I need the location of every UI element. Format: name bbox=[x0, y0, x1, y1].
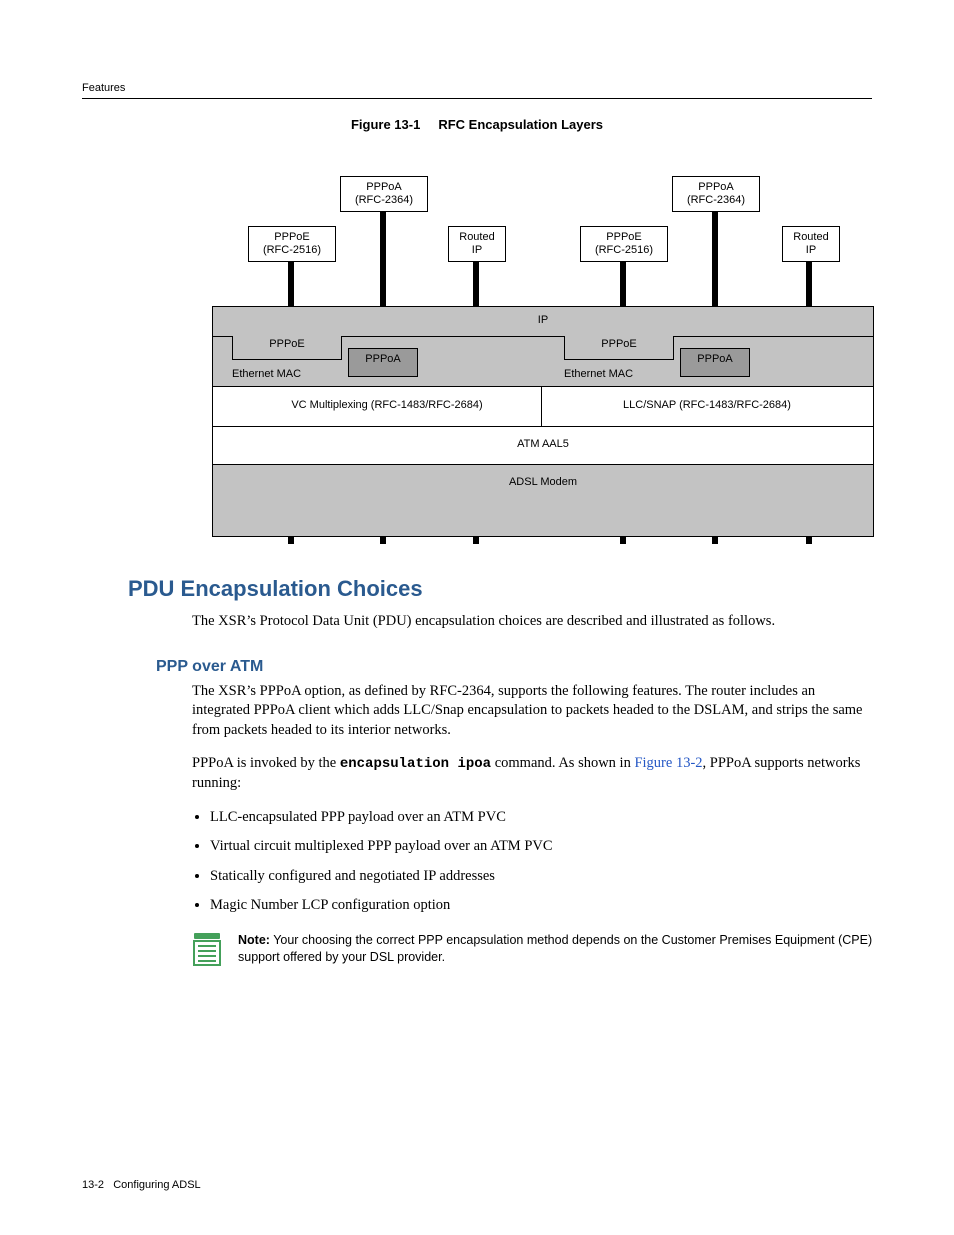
figure-number: Figure 13-1 bbox=[351, 117, 420, 132]
diagram-label: (RFC-2516) bbox=[249, 244, 335, 257]
layer-pppoe: PPPoE bbox=[564, 336, 674, 360]
heading-pdu-encapsulation: PDU Encapsulation Choices bbox=[128, 576, 872, 602]
layer-llc-snap: LLC/SNAP (RFC-1483/RFC-2684) bbox=[562, 399, 852, 411]
layer-pppoa: PPPoA bbox=[680, 348, 750, 377]
diagram-label: PPPoE bbox=[581, 231, 667, 244]
list-item: Statically configured and negotiated IP … bbox=[210, 867, 874, 887]
layer-ethernet-mac: Ethernet MAC bbox=[232, 368, 301, 380]
diagram-label: PPPoE bbox=[249, 231, 335, 244]
list-item: LLC-encapsulated PPP payload over an ATM… bbox=[210, 808, 874, 828]
figure-title: RFC Encapsulation Layers bbox=[438, 117, 603, 132]
command-text: encapsulation ipoa bbox=[340, 756, 491, 772]
layer-pppoe: PPPoE bbox=[232, 336, 342, 360]
diagram-label: (RFC-2364) bbox=[673, 194, 759, 207]
note-icon bbox=[192, 932, 224, 966]
diagram-label: (RFC-2516) bbox=[581, 244, 667, 257]
text: PPPoA is invoked by the bbox=[192, 755, 340, 771]
diagram-label: IP bbox=[783, 244, 839, 257]
heading-ppp-over-atm: PPP over ATM bbox=[156, 658, 872, 676]
body-paragraph: The XSR’s PPPoA option, as defined by RF… bbox=[192, 682, 876, 741]
note-lead: Note: bbox=[238, 933, 270, 947]
feature-list: LLC-encapsulated PPP payload over an ATM… bbox=[192, 808, 874, 916]
figure-caption: Figure 13-1 RFC Encapsulation Layers bbox=[82, 117, 872, 132]
layer-vc-mux: VC Multiplexing (RFC-1483/RFC-2684) bbox=[242, 399, 532, 411]
list-item: Virtual circuit multiplexed PPP payload … bbox=[210, 837, 874, 857]
page-number: 13-2 bbox=[82, 1179, 104, 1191]
layer-ethernet-mac: Ethernet MAC bbox=[564, 368, 633, 380]
diagram-label: PPPoA bbox=[673, 181, 759, 194]
chapter-name: Configuring ADSL bbox=[113, 1179, 200, 1191]
figure-diagram: PPPoA (RFC-2364) PPPoA (RFC-2364) PPPoE … bbox=[212, 146, 872, 544]
body-paragraph: PPPoA is invoked by the encapsulation ip… bbox=[192, 754, 876, 793]
diagram-label: Routed bbox=[783, 231, 839, 244]
running-head: Features bbox=[82, 82, 872, 99]
note-text: Note: Your choosing the correct PPP enca… bbox=[238, 932, 876, 966]
layer-pppoa: PPPoA bbox=[348, 348, 418, 377]
intro-paragraph: The XSR’s Protocol Data Unit (PDU) encap… bbox=[192, 612, 876, 632]
page-footer: 13-2 Configuring ADSL bbox=[82, 1179, 201, 1191]
diagram-label: Routed bbox=[449, 231, 505, 244]
text: command. As shown in bbox=[491, 755, 634, 771]
diagram-label: IP bbox=[449, 244, 505, 257]
note-body: Your choosing the correct PPP encapsulat… bbox=[238, 933, 872, 964]
diagram-label: (RFC-2364) bbox=[341, 194, 427, 207]
page-root: Features Figure 13-1 RFC Encapsulation La… bbox=[0, 0, 954, 1235]
list-item: Magic Number LCP configuration option bbox=[210, 896, 874, 916]
diagram-label: PPPoA bbox=[341, 181, 427, 194]
note-block: Note: Your choosing the correct PPP enca… bbox=[192, 932, 876, 966]
figure-link[interactable]: Figure 13-2 bbox=[634, 755, 702, 771]
